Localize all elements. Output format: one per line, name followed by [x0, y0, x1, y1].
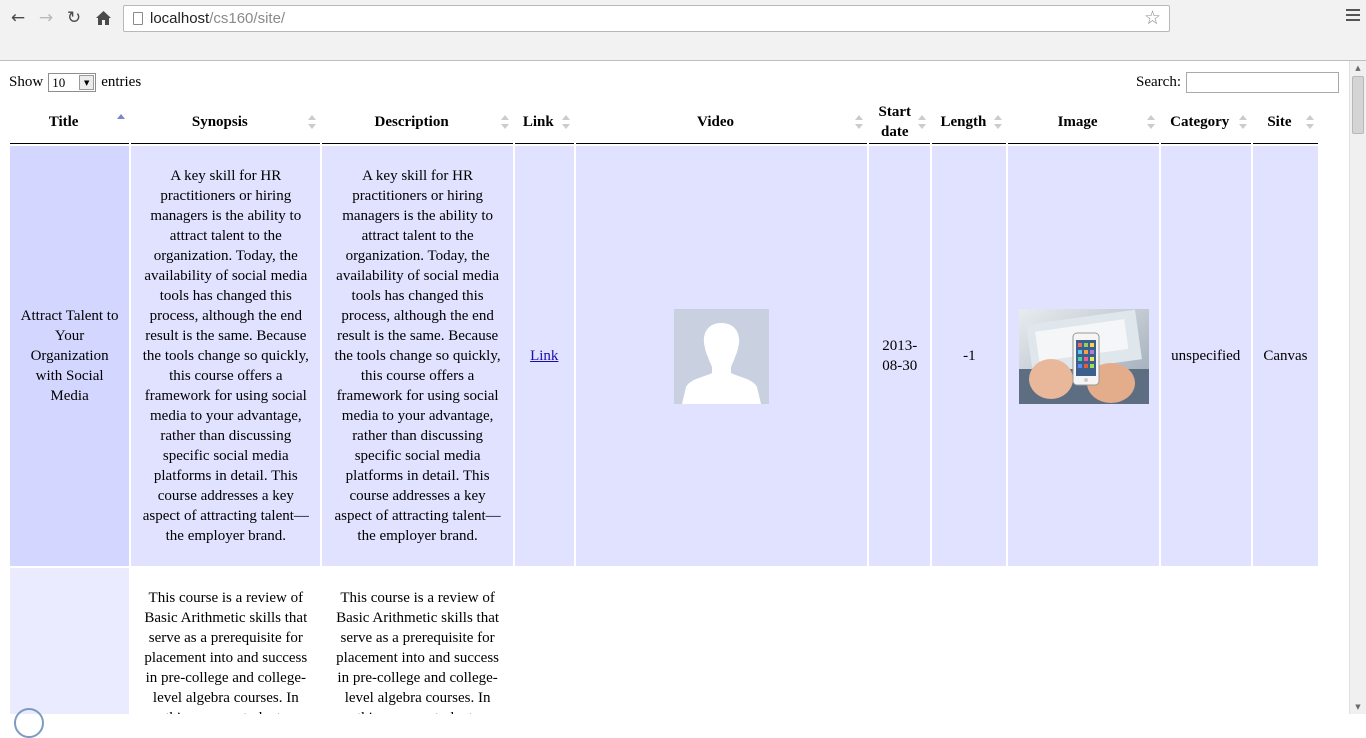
sort-icon — [1238, 114, 1247, 129]
column-header-title[interactable]: Title — [10, 100, 130, 144]
cell-video — [575, 146, 868, 566]
cell-image — [1008, 146, 1159, 566]
sort-icon — [500, 114, 509, 129]
url-text: localhost/cs160/site/ — [150, 10, 286, 27]
sort-icon — [1146, 114, 1155, 129]
cell-start-date: 2013-08-30 — [869, 146, 931, 566]
data-table: Title Synopsis Description Link Video St… — [8, 98, 1320, 714]
cell-image — [1008, 568, 1159, 714]
table-row: This course is a review of Basic Arithme… — [10, 568, 1318, 714]
column-header-synopsis[interactable]: Synopsis — [131, 100, 321, 144]
cell-category — [1160, 568, 1251, 714]
forward-icon[interactable]: → — [36, 8, 56, 28]
default-avatar-icon — [674, 308, 770, 404]
column-header-site[interactable]: Site — [1252, 100, 1318, 144]
column-header-image[interactable]: Image — [1008, 100, 1159, 144]
star-icon[interactable]: ☆ — [1144, 7, 1161, 29]
cell-length — [932, 568, 1007, 714]
column-header-description[interactable]: Description — [322, 100, 513, 144]
cell-site — [1252, 568, 1318, 714]
sort-icon — [1306, 114, 1314, 129]
partial-logo-icon — [14, 708, 44, 738]
page-icon — [133, 12, 143, 25]
sort-ascending-icon — [117, 114, 126, 128]
cell-synopsis: A key skill for HR practitioners or hiri… — [131, 146, 321, 566]
column-header-link[interactable]: Link — [514, 100, 574, 144]
back-icon[interactable]: ← — [8, 8, 28, 28]
sort-icon — [308, 114, 317, 129]
cell-start-date — [869, 568, 931, 714]
course-link[interactable]: Link — [530, 348, 558, 364]
cell-description: A key skill for HR practitioners or hiri… — [322, 146, 513, 566]
sort-icon — [855, 114, 864, 129]
menu-icon[interactable] — [1346, 9, 1360, 23]
column-header-category[interactable]: Category — [1160, 100, 1251, 144]
sort-icon — [994, 114, 1003, 129]
browser-toolbar: ← → ↻ localhost/cs160/site/ ☆ — [0, 0, 1366, 61]
home-icon[interactable] — [93, 8, 113, 28]
cell-link: Link — [514, 146, 574, 566]
reload-icon[interactable]: ↻ — [64, 8, 84, 28]
column-header-start-date[interactable]: Start date — [869, 100, 931, 144]
cell-link — [514, 568, 574, 714]
cell-synopsis: This course is a review of Basic Arithme… — [131, 568, 321, 714]
scroll-down-icon[interactable]: ▼ — [1350, 700, 1366, 714]
cell-title — [10, 568, 130, 714]
address-bar[interactable]: localhost/cs160/site/ ☆ — [123, 5, 1170, 32]
cell-length: -1 — [932, 146, 1007, 566]
sort-icon — [561, 114, 570, 129]
table-clip: Title Synopsis Description Link Video St… — [0, 61, 1349, 714]
smartphone-photo-icon — [1018, 308, 1149, 404]
scrollbar-thumb[interactable] — [1352, 76, 1364, 134]
cell-video — [575, 568, 868, 714]
vertical-scrollbar[interactable]: ▲ ▼ — [1349, 61, 1366, 714]
sort-icon — [918, 114, 927, 129]
cell-category: unspecified — [1160, 146, 1251, 566]
column-header-video[interactable]: Video — [575, 100, 868, 144]
cell-description: This course is a review of Basic Arithme… — [322, 568, 513, 714]
table-row: Attract Talent to Your Organization with… — [10, 146, 1318, 566]
scroll-up-icon[interactable]: ▲ — [1350, 61, 1366, 75]
cell-site: Canvas — [1252, 146, 1318, 566]
column-header-length[interactable]: Length — [932, 100, 1007, 144]
cell-title: Attract Talent to Your Organization with… — [10, 146, 130, 566]
